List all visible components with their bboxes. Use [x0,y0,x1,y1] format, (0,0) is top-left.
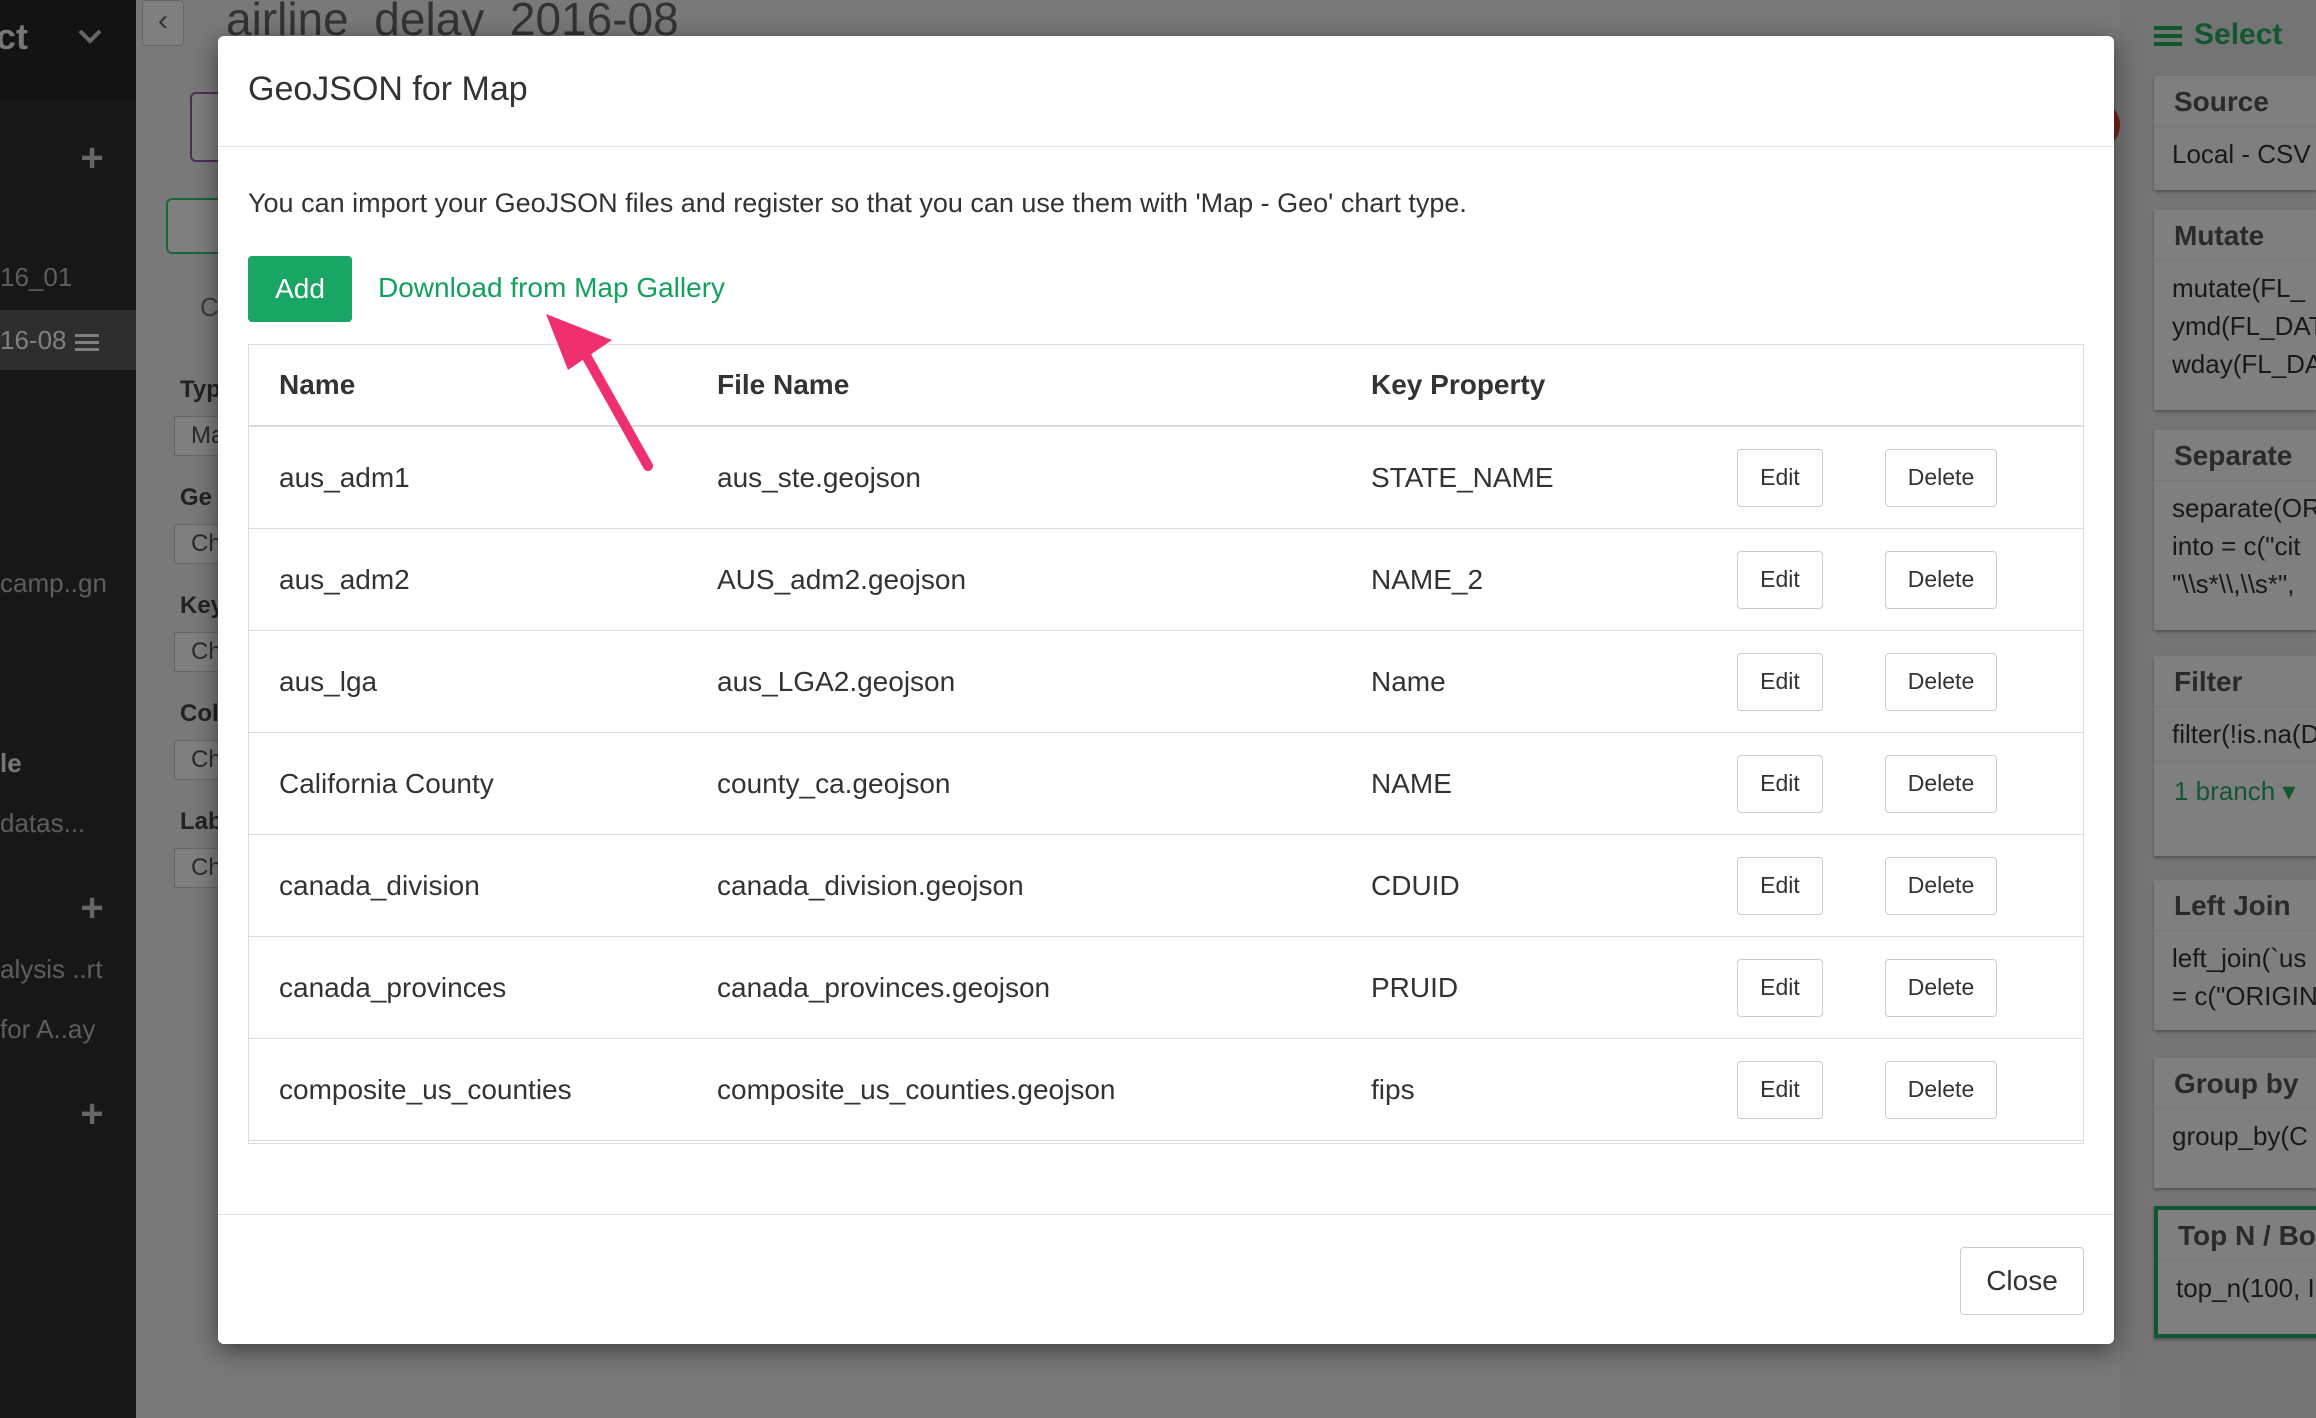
row-actions: Edit Delete [1737,630,2083,733]
table-row: canada_division canada_division.geojson CD… [249,834,2083,937]
row-actions: Edit Delete [1737,528,2083,631]
geojson-name: canada_division [249,834,717,937]
geojson-file-name: composite_us_counties.geojson [717,1038,1371,1141]
geojson-file-name: county_ca.geojson [717,732,1371,835]
delete-button[interactable]: Delete [1885,448,1997,507]
row-actions: Edit Delete [1737,834,2083,937]
edit-button[interactable]: Edit [1737,1060,1823,1119]
geojson-key-property: NAME_2 [1371,528,1737,631]
table-row: California County county_ca.geojson NAME Ed… [249,732,2083,835]
table-row: composite_us_counties composite_us_counti… [249,1038,2083,1141]
geojson-file-name: canada_provinces.geojson [717,936,1371,1039]
column-header-file-name: File Name [717,345,1371,427]
geojson-table-grid: Name File Name Key Property aus_adm1 aus_… [249,345,2083,1141]
geojson-name: aus_adm2 [249,528,717,631]
edit-button[interactable]: Edit [1737,550,1823,609]
geojson-name: canada_provinces [249,936,717,1039]
row-actions: Edit Delete [1737,426,2083,529]
delete-button[interactable]: Delete [1885,550,1997,609]
edit-button[interactable]: Edit [1737,958,1823,1017]
geojson-key-property: STATE_NAME [1371,426,1737,529]
row-actions: Edit Delete [1737,936,2083,1039]
geojson-key-property: NAME [1371,732,1737,835]
geojson-name: composite_us_counties [249,1038,717,1141]
column-header-key-property: Key Property [1371,345,1737,427]
geojson-file-name: AUS_adm2.geojson [717,528,1371,631]
table-header-row: Name File Name Key Property [249,345,2083,427]
geojson-name: California County [249,732,717,835]
delete-button[interactable]: Delete [1885,958,1997,1017]
column-header-actions [1737,345,2083,427]
modal-header: GeoJSON for Map [218,36,2114,147]
modal-footer: Close [218,1214,2114,1345]
geojson-file-name: aus_ste.geojson [717,426,1371,529]
delete-button[interactable]: Delete [1885,652,1997,711]
geojson-name: aus_lga [249,630,717,733]
modal-description: You can import your GeoJSON files and re… [248,188,1467,218]
delete-button[interactable]: Delete [1885,754,1997,813]
geojson-table: Name File Name Key Property aus_adm1 aus_… [248,344,2084,1144]
delete-button[interactable]: Delete [1885,1060,1997,1119]
table-row: aus_adm1 aus_ste.geojson STATE_NAME Edit Del… [249,426,2083,529]
edit-button[interactable]: Edit [1737,652,1823,711]
delete-button[interactable]: Delete [1885,856,1997,915]
geojson-key-property: fips [1371,1038,1737,1141]
close-button[interactable]: Close [1960,1247,2084,1315]
geojson-file-name: aus_LGA2.geojson [717,630,1371,733]
geojson-file-name: canada_division.geojson [717,834,1371,937]
row-actions: Edit Delete [1737,732,2083,835]
table-row: aus_lga aus_LGA2.geojson Name Edit Delete [249,630,2083,733]
edit-button[interactable]: Edit [1737,448,1823,507]
add-geojson-button[interactable]: Add [248,256,352,322]
geojson-key-property: Name [1371,630,1737,733]
geojson-key-property: CDUID [1371,834,1737,937]
edit-button[interactable]: Edit [1737,856,1823,915]
modal-title: GeoJSON for Map [248,70,528,108]
table-row: canada_provinces canada_provinces.geojson… [249,936,2083,1039]
table-body: aus_adm1 aus_ste.geojson STATE_NAME Edit Del… [249,426,2083,1141]
table-row: aus_adm2 AUS_adm2.geojson NAME_2 Edit Delete [249,528,2083,631]
geojson-key-property: PRUID [1371,936,1737,1039]
geojson-modal: GeoJSON for Map You can import your GeoJ… [218,36,2114,1344]
edit-button[interactable]: Edit [1737,754,1823,813]
row-actions: Edit Delete [1737,1038,2083,1141]
pointer-arrow-icon [546,314,653,471]
